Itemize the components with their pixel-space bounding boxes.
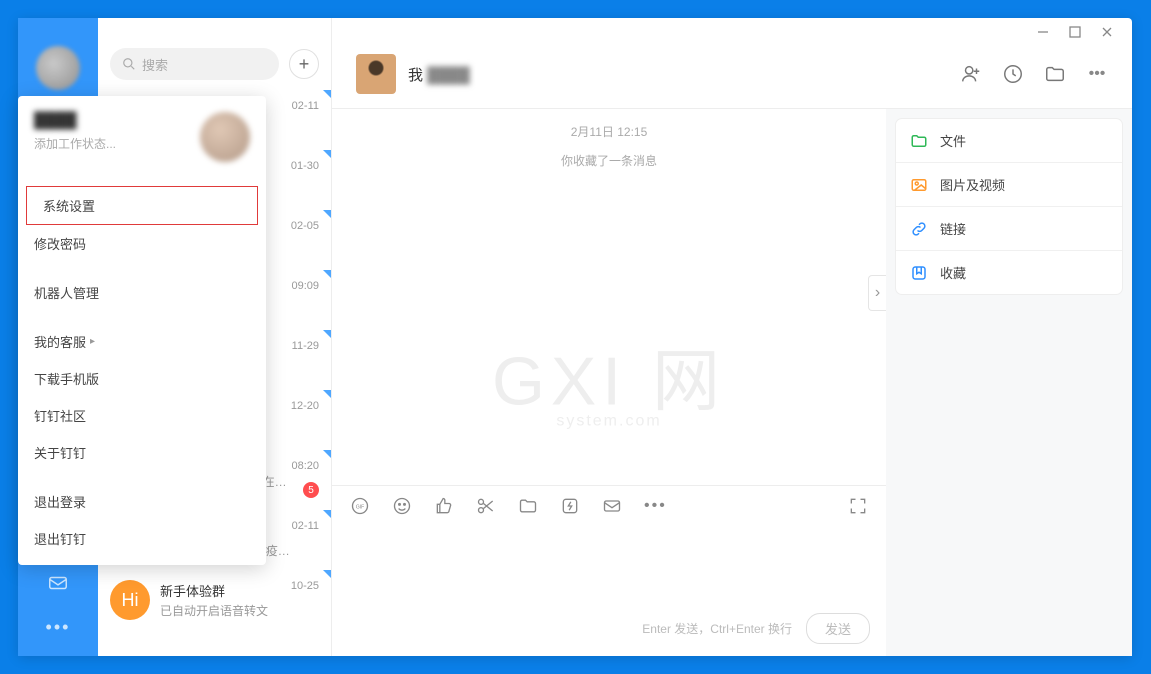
maximize-button[interactable] [1068,25,1082,39]
menu-system-settings[interactable]: 系统设置 [26,186,258,225]
side-panel: 文件图片及视频链接收藏 [886,109,1132,656]
conversation-date: 08:20 [291,460,319,472]
system-message: 你收藏了一条消息 [332,152,886,169]
conversation-item[interactable]: Hi 新手体验群 已自动开启语音转文 10-25 [98,570,331,630]
link-icon [910,220,928,238]
conversation-date: 10-25 [291,580,319,592]
unread-badge: 5 [303,482,319,498]
send-button[interactable]: 发送 [806,613,870,644]
chat-avatar[interactable] [356,54,396,94]
popup-username: ████ [34,112,116,129]
menu-community[interactable]: 钉钉社区 [18,397,266,434]
menu-icon[interactable]: ••• [1086,63,1108,85]
envelope-icon[interactable] [602,496,622,516]
conversation-avatar: Hi [110,580,150,620]
send-hint: Enter 发送，Ctrl+Enter 换行 [642,620,792,637]
sidepanel-label: 收藏 [940,263,966,282]
expand-icon[interactable] [848,496,868,516]
compose-textarea[interactable]: Enter 发送，Ctrl+Enter 换行 发送 [332,526,886,656]
conversation-date: 01-30 [291,160,319,172]
user-avatar[interactable] [36,46,80,90]
conversation-date: 09:09 [291,280,319,292]
bookmark-icon [910,264,928,282]
search-input[interactable]: 搜索 [110,48,279,80]
conversation-date: 11-29 [292,340,319,352]
more-icon[interactable]: ••• [46,617,71,638]
message-timestamp: 2月11日 12:15 [332,123,886,140]
menu-my-service[interactable]: 我的客服▸ [18,323,266,360]
menu-quit[interactable]: 退出钉钉 [18,520,266,557]
menu-download-mobile[interactable]: 下载手机版 [18,360,266,397]
conversation-date: 02-11 [292,100,319,112]
popup-avatar[interactable] [200,112,250,162]
menu-about[interactable]: 关于钉钉 [18,434,266,471]
history-icon[interactable] [1002,63,1024,85]
search-placeholder: 搜索 [142,55,168,74]
more-tools-icon[interactable]: ••• [644,497,667,515]
sidepanel-item-bookmark[interactable]: 收藏 [896,251,1122,294]
scissors-icon[interactable] [476,496,496,516]
svg-text:GIF: GIF [356,505,364,511]
conversation-preview: 已自动开启语音转文 [160,602,319,619]
gif-icon[interactable]: GIF [350,496,370,516]
window-controls [332,18,1132,46]
chat-area: 我 ████ ••• 2月11日 12:15 你收藏了一条消息 GXI 网 sy… [332,18,1132,656]
add-button[interactable]: + [289,49,319,79]
popup-status[interactable]: 添加工作状态... [34,135,116,152]
compose-area: GIF ••• Enter 发送，Ctrl+Enter 换行 [332,485,886,656]
mail-icon[interactable] [46,571,70,595]
close-button[interactable] [1100,25,1114,39]
image-icon [910,176,928,194]
menu-change-password[interactable]: 修改密码 [18,225,266,262]
sidepanel-label: 链接 [940,219,966,238]
thumbs-up-icon[interactable] [434,496,454,516]
user-menu-popup: ████ 添加工作状态... 系统设置 修改密码 机器人管理 我的客服▸ 下载手… [18,96,266,565]
flash-icon[interactable] [560,496,580,516]
conversation-date: 02-05 [291,220,319,232]
folder-tool-icon[interactable] [518,496,538,516]
emoji-icon[interactable] [392,496,412,516]
minimize-button[interactable] [1036,25,1050,39]
folder-icon[interactable] [1044,63,1066,85]
folder-icon [910,132,928,150]
sidepanel-label: 图片及视频 [940,175,1005,194]
watermark: GXI 网 system.com [492,325,726,430]
chat-title: 我 ████ [408,64,470,85]
menu-logout[interactable]: 退出登录 [18,483,266,520]
message-pane: 2月11日 12:15 你收藏了一条消息 GXI 网 system.com › … [332,109,886,656]
collapse-sidepanel-button[interactable]: › [868,275,886,311]
chat-header: 我 ████ ••• [332,46,1132,109]
conversation-date: 02-11 [292,520,319,532]
sidepanel-label: 文件 [940,131,966,150]
sidepanel-item-link[interactable]: 链接 [896,207,1122,251]
add-contact-icon[interactable] [960,63,982,85]
menu-robot-manage[interactable]: 机器人管理 [18,274,266,311]
conversation-date: 12-20 [291,400,319,412]
sidepanel-item-image[interactable]: 图片及视频 [896,163,1122,207]
sidepanel-item-folder[interactable]: 文件 [896,119,1122,163]
